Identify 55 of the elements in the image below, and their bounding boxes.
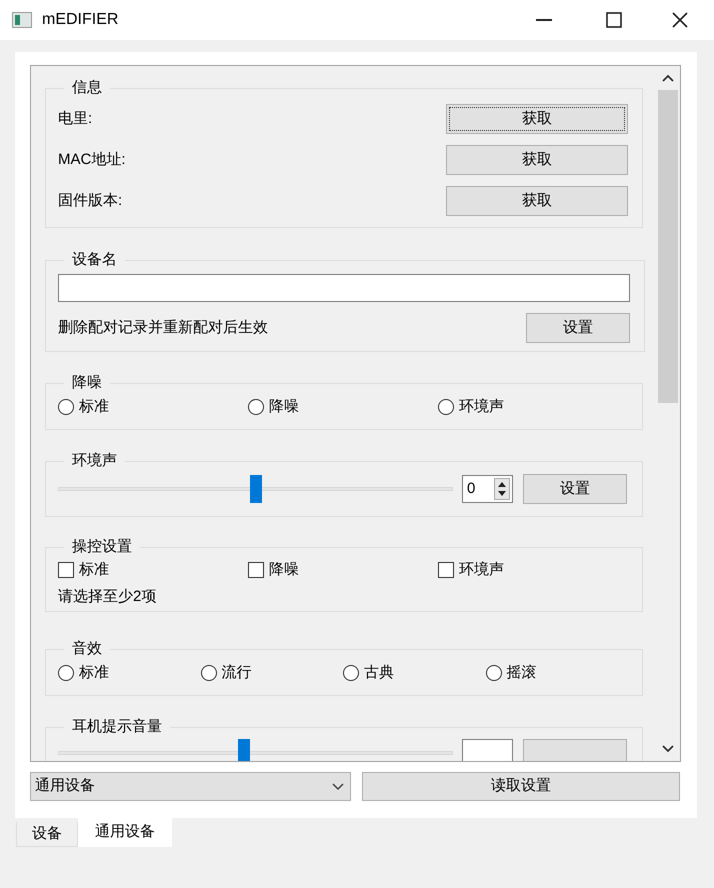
set-button[interactable]: 设置 (523, 474, 627, 504)
hint-text: 删除配对记录并重新配对后生效 (58, 318, 268, 338)
scroll-up-icon[interactable] (662, 74, 674, 82)
field-label: MAC地址: (58, 150, 126, 170)
slider-thumb[interactable] (250, 475, 262, 503)
field-label: 固件版本: (58, 190, 122, 211)
checkbox-label[interactable]: 标准 (79, 559, 109, 582)
group-title: 环境声 (71, 451, 118, 471)
group-title: 信息 (71, 78, 103, 98)
radio-button[interactable] (486, 665, 502, 682)
radio-button[interactable] (58, 399, 74, 416)
radio-button[interactable] (438, 399, 454, 416)
set-button[interactable]: 设置 (526, 313, 630, 343)
maximize-icon[interactable] (606, 12, 622, 28)
checkbox[interactable] (248, 562, 264, 578)
radio-button[interactable] (58, 665, 74, 682)
tab[interactable]: 设备 (16, 822, 78, 847)
group-title: 音效 (71, 639, 103, 659)
spin-box[interactable] (462, 739, 513, 761)
group-title: 设备名 (71, 250, 118, 270)
radio-button[interactable] (343, 665, 359, 682)
app-icon (12, 12, 32, 28)
spin-arrows-icon[interactable] (494, 478, 510, 500)
checkbox[interactable] (58, 562, 74, 578)
checkbox[interactable] (438, 562, 454, 578)
spin-box[interactable]: 0 (462, 475, 513, 503)
radio-label[interactable]: 摇滚 (506, 662, 536, 684)
radio-label[interactable]: 降噪 (269, 396, 299, 418)
radio-button[interactable] (248, 399, 264, 416)
radio-label[interactable]: 古典 (364, 662, 394, 684)
scrollbar-thumb[interactable] (658, 90, 678, 403)
radio-label[interactable]: 流行 (222, 662, 252, 684)
group-title: 降噪 (71, 373, 103, 393)
checkbox-label[interactable]: 环境声 (459, 559, 504, 582)
device-dropdown[interactable]: 通用设备 (30, 772, 351, 801)
hint-text: 请选择至少2项 (58, 586, 156, 606)
group-title: 操控设置 (71, 537, 133, 557)
window-title: mEDIFIER (42, 10, 118, 30)
radio-label[interactable]: 标准 (79, 396, 109, 418)
radio-label[interactable]: 环境声 (459, 396, 504, 418)
field-label: 电里: (58, 108, 92, 129)
radio-button[interactable] (200, 665, 216, 682)
close-icon[interactable] (672, 12, 688, 28)
get-button[interactable]: 获取 (446, 104, 628, 134)
get-button[interactable]: 获取 (446, 186, 628, 216)
scroll-down-icon[interactable] (662, 745, 674, 753)
chevron-down-icon (332, 782, 344, 790)
radio-label[interactable]: 标准 (79, 662, 109, 684)
checkbox-label[interactable]: 降噪 (269, 559, 299, 582)
read-settings-button[interactable]: 读取设置 (362, 772, 680, 801)
device-name-field[interactable] (58, 274, 630, 302)
get-button[interactable]: 获取 (446, 145, 628, 175)
tab[interactable]: 通用设备 (78, 818, 172, 847)
group-title: 耳机提示音量 (71, 717, 163, 737)
slider-thumb[interactable] (238, 739, 250, 761)
